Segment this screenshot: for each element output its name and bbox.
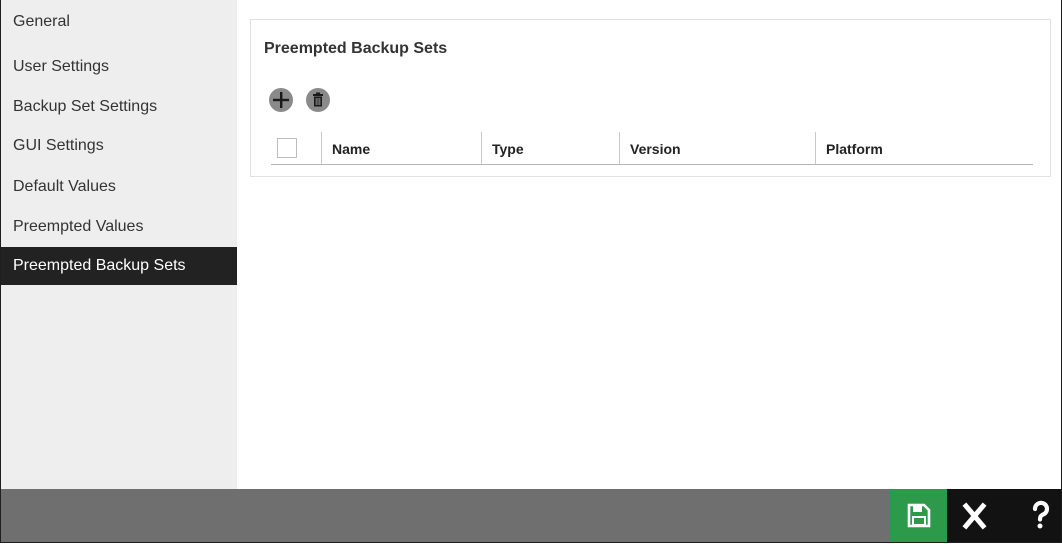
- plus-icon: [273, 92, 289, 108]
- trash-icon: [313, 92, 323, 107]
- sidebar-item-backup-set-settings[interactable]: Backup Set Settings: [1, 88, 237, 126]
- sidebar-item-user-settings[interactable]: User Settings: [1, 48, 237, 86]
- save-button[interactable]: [890, 489, 947, 542]
- help-button[interactable]: [1004, 489, 1061, 542]
- panel-title: Preempted Backup Sets: [264, 40, 448, 57]
- settings-window: General User Settings Backup Set Setting…: [0, 0, 1062, 543]
- column-header-type[interactable]: Type: [481, 132, 619, 164]
- column-header-version[interactable]: Version: [619, 132, 815, 164]
- sidebar-item-gui-settings[interactable]: GUI Settings: [1, 127, 237, 165]
- close-icon: [962, 502, 987, 530]
- save-icon: [907, 503, 931, 528]
- footer-bar: [1, 489, 1061, 542]
- settings-sidebar: General User Settings Backup Set Setting…: [1, 0, 237, 489]
- sidebar-item-general[interactable]: General: [1, 3, 237, 41]
- select-all-checkbox[interactable]: [277, 138, 297, 158]
- sidebar-item-preempted-backup-sets[interactable]: Preempted Backup Sets: [1, 247, 237, 285]
- backup-sets-table-header: Name Type Version Platform: [271, 132, 1033, 165]
- sidebar-item-default-values[interactable]: Default Values: [1, 168, 237, 206]
- preempted-backup-sets-panel: Preempted Backup Sets Name Type Version …: [250, 19, 1051, 177]
- add-button[interactable]: [269, 88, 293, 112]
- sidebar-item-preempted-values[interactable]: Preempted Values: [1, 208, 237, 246]
- delete-button[interactable]: [306, 88, 330, 112]
- close-button[interactable]: [947, 489, 1004, 542]
- column-header-platform[interactable]: Platform: [815, 132, 1033, 164]
- help-icon: [1032, 500, 1050, 529]
- column-header-name[interactable]: Name: [321, 132, 481, 164]
